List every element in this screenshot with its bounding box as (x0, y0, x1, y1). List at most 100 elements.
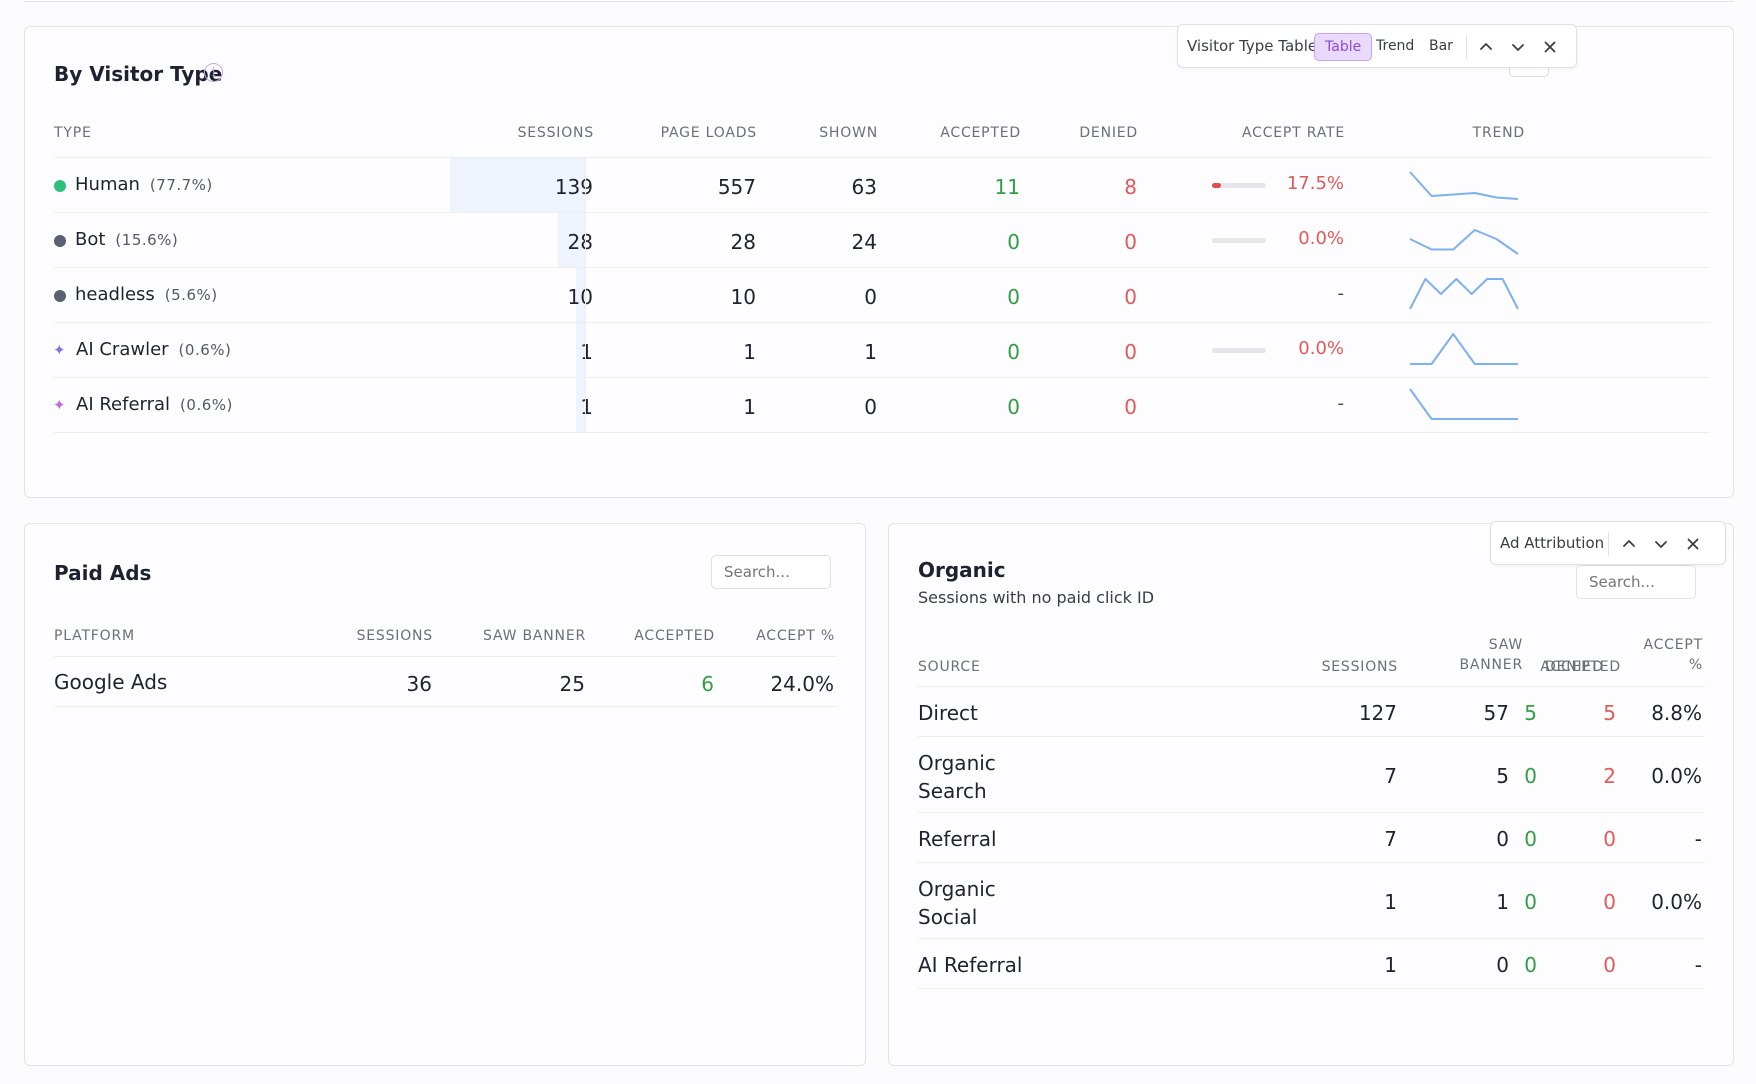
denied-value: 5 (1603, 701, 1616, 725)
trend-line (1410, 333, 1518, 365)
close-icon[interactable] (1681, 532, 1705, 556)
table-row[interactable]: Direct 127 57 5 5 8.8% (889, 687, 1733, 737)
view-table-button[interactable]: Table (1314, 33, 1373, 61)
search-input[interactable] (1576, 565, 1696, 599)
card-title: By Visitor Type (54, 62, 223, 86)
saw-banner-value: 1 (1496, 890, 1509, 914)
top-divider (24, 0, 1734, 2)
close-icon[interactable] (1538, 35, 1562, 59)
sparkle-icon: ✦ (53, 395, 66, 414)
accept-pct-value: - (1694, 827, 1702, 851)
source-name-line: Social (918, 905, 978, 929)
page-loads-value: 10 (730, 285, 756, 309)
col-header-trend: TREND (1472, 125, 1525, 141)
type-label: AI Crawler (76, 339, 169, 360)
denied-value: 0 (1124, 340, 1137, 364)
shown-value: 24 (851, 230, 877, 254)
table-row[interactable]: headless (5.6%) 10 10 0 0 0 - (25, 268, 1733, 323)
accept-pct-value: 8.8% (1651, 701, 1702, 725)
accepted-value: 0 (1007, 395, 1020, 419)
saw-banner-value: 57 (1483, 701, 1509, 725)
source-name: Direct (918, 699, 978, 727)
status-dot-icon (54, 179, 66, 192)
ad-attribution-toolbar: Ad Attribution (1490, 521, 1726, 565)
table-row[interactable]: Referral 7 0 0 0- (889, 813, 1733, 863)
table-row[interactable]: ✦ AI Referral (0.6%) 1 1 0 0 0 - (25, 378, 1733, 433)
source-name: Referral (918, 825, 997, 853)
col-header-denied: DENIED (1545, 659, 1604, 675)
accept-rate-bar (1212, 182, 1266, 188)
source-name-line: Organic (918, 877, 996, 901)
type-name: headless (5.6%) (75, 284, 218, 305)
saw-banner-value: 5 (1496, 764, 1509, 788)
source-name-line: Direct (918, 701, 978, 725)
toolbar-label: Ad Attribution (1500, 534, 1605, 552)
chevron-down-icon[interactable] (1649, 532, 1673, 556)
trend-line (1409, 171, 1519, 200)
sessions-value: 7 (1384, 764, 1397, 788)
col-header-accept-pct: ACCEPT % (1643, 637, 1703, 673)
table-row[interactable]: ✦ AI Crawler (0.6%) 1 1 1 0 0 0.0% (25, 323, 1733, 378)
accept-rate-bar (1212, 237, 1266, 243)
col-header-accepted: ACCEPTED (634, 628, 715, 644)
page-loads-value: 1 (743, 395, 756, 419)
info-icon[interactable]: i (204, 63, 223, 82)
sparkle-icon: ✦ (53, 340, 66, 359)
denied-value: 0 (1603, 890, 1616, 914)
sessions-value: 7 (1384, 827, 1397, 851)
row-divider (54, 432, 1710, 433)
search-input[interactable] (711, 555, 831, 589)
table-row[interactable]: Organic Social 1 1 0 0 0.0% (889, 863, 1733, 939)
accept-rate-bar (1212, 347, 1266, 353)
source-name-line: Search (918, 779, 987, 803)
table-row[interactable]: Bot (15.6%) 28 28 24 0 0 0.0% (25, 213, 1733, 268)
status-dot-icon (54, 234, 66, 247)
chevron-down-icon[interactable] (1506, 35, 1530, 59)
col-header-denied: DENIED (1079, 125, 1138, 141)
saw-banner-value: 0 (1496, 827, 1509, 851)
table-row[interactable]: AI Referral 1 0 0 0- (889, 939, 1733, 989)
sessions-value: 1 (1384, 890, 1397, 914)
platform-name: Google Ads (54, 670, 168, 694)
trend-sparkline (1410, 333, 1518, 365)
accept-pct-value: - (1694, 953, 1702, 977)
type-name: AI Crawler (0.6%) (76, 339, 231, 360)
type-share: (15.6%) (115, 231, 179, 249)
page-loads-value: 1 (743, 340, 756, 364)
type-label: Human (75, 174, 140, 195)
col-header-accepted: ACCEPTED (940, 125, 1021, 141)
trend-line (1409, 278, 1519, 310)
trend-sparkline (1409, 171, 1519, 200)
trend-sparkline (1409, 229, 1519, 255)
col-header-type: TYPE (54, 125, 92, 141)
view-bar-button[interactable]: Bar (1419, 33, 1463, 61)
col-header-accept-pct: ACCEPT % (756, 628, 835, 644)
accepted-value: 0 (1524, 764, 1537, 788)
type-share: (0.6%) (178, 341, 232, 359)
card-title: Organic (918, 558, 1006, 582)
table-row[interactable]: Human (77.7%) 139 557 63 11 8 17.5% (25, 158, 1733, 213)
source-name: AI Referral (918, 951, 1023, 979)
col-header-shown: SHOWN (819, 125, 878, 141)
type-share: (77.7%) (149, 176, 213, 194)
denied-value: 2 (1603, 764, 1616, 788)
type-name: AI Referral (0.6%) (76, 394, 233, 415)
accept-rate-value: 17.5% (1286, 173, 1344, 194)
organic-card: Organic Sessions with no paid click ID A… (888, 521, 1734, 1066)
accept-rate-value: - (1337, 283, 1345, 304)
view-trend-button[interactable]: Trend (1366, 33, 1424, 61)
accepted-value: 0 (1524, 953, 1537, 977)
chevron-up-icon[interactable] (1474, 35, 1498, 59)
col-header-source: SOURCE (918, 659, 981, 675)
col-header-sessions: SESSIONS (356, 628, 433, 644)
accepted-value: 5 (1524, 701, 1537, 725)
source-name-line: Organic (918, 751, 996, 775)
chevron-up-icon[interactable] (1617, 532, 1641, 556)
shown-value: 63 (851, 175, 877, 199)
sessions-value: 139 (554, 175, 593, 199)
table-row[interactable]: Google Ads 36 25 6 24.0% (25, 657, 865, 707)
denied-value: 0 (1603, 827, 1616, 851)
accepted-value: 0 (1524, 827, 1537, 851)
sessions-value: 1 (580, 340, 593, 364)
table-row[interactable]: Organic Search 7 5 0 2 0.0% (889, 737, 1733, 813)
